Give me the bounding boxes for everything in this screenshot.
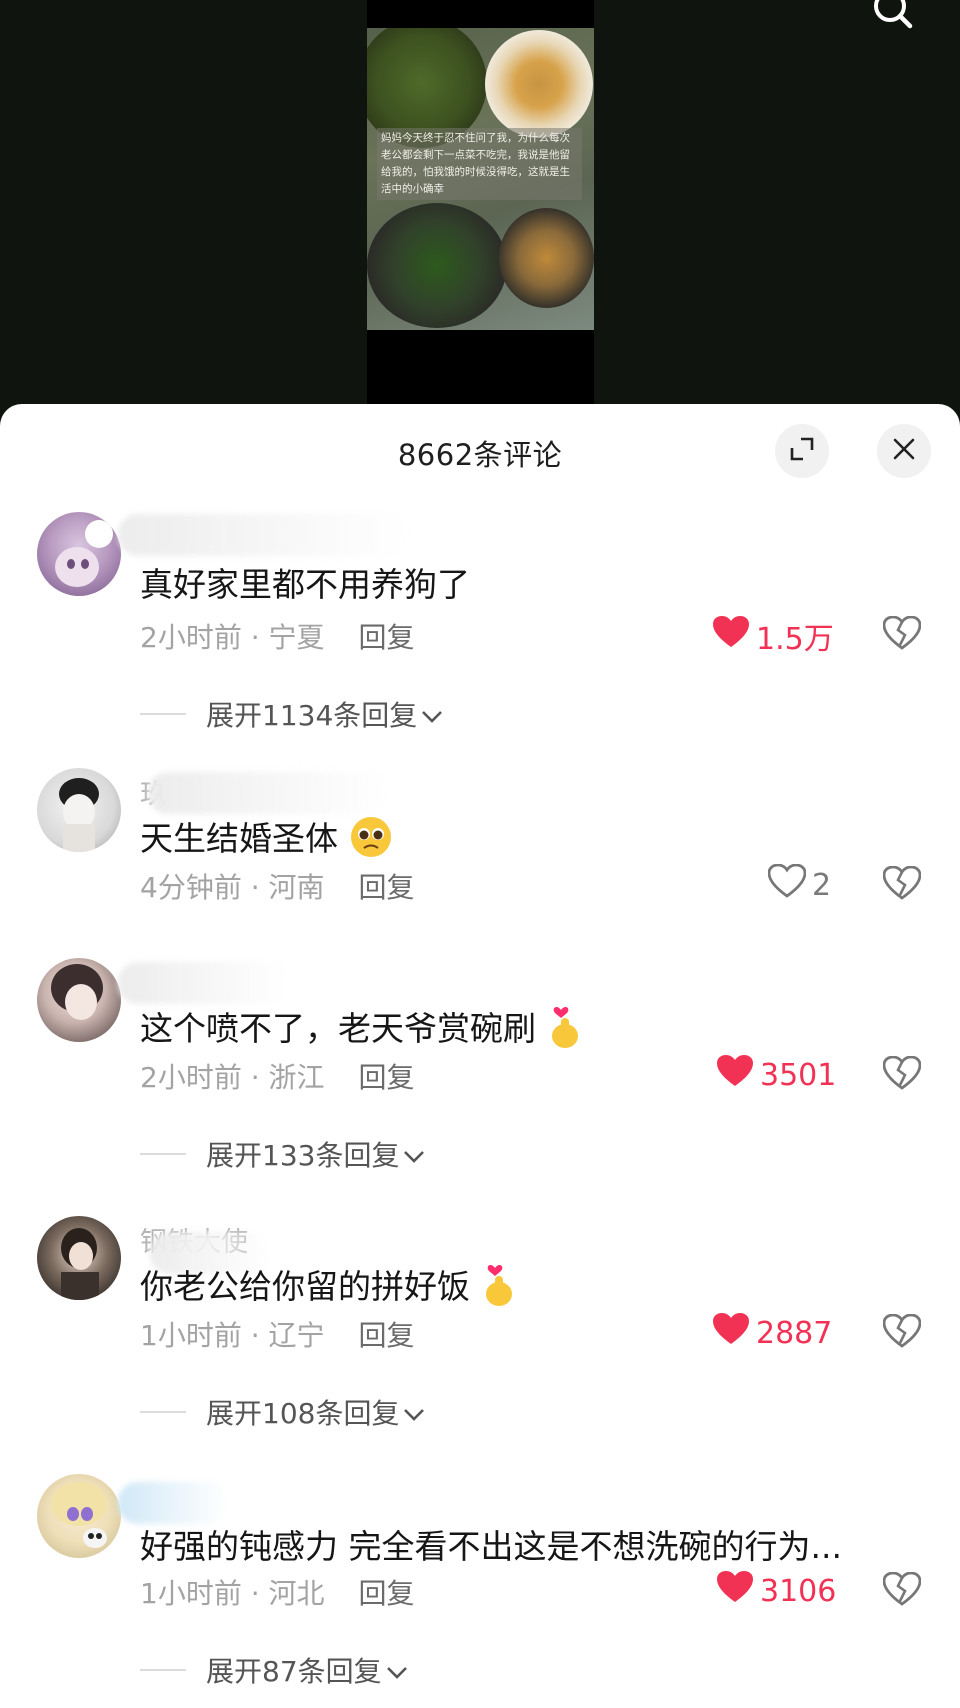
comment-text: 这个喷不了，老天爷赏碗刷 (140, 1002, 583, 1058)
avatar[interactable] (37, 1474, 121, 1558)
comment-text-body: 你老公给你留的拼好饭 (140, 1267, 470, 1306)
username-redacted (118, 1482, 228, 1524)
avatar[interactable] (37, 958, 121, 1042)
expand-replies-label: 展开1134条回复 (206, 699, 418, 732)
dislike-button[interactable] (882, 615, 922, 654)
dislike-button[interactable] (882, 1313, 922, 1352)
broken-heart-icon (882, 615, 922, 654)
video-caption: 妈妈今天终于忍不住问了我，为什么每次老公都会剩下一点菜不吃完，我说是他留给我的，… (377, 128, 582, 200)
comment-meta: 1小时前 · 河北 回复 (140, 1577, 415, 1610)
pleading-face-emoji (349, 815, 393, 867)
expand-replies[interactable]: 展开133条回复 (140, 1134, 425, 1174)
comment-text-body: 天生结婚圣体 (140, 819, 338, 858)
like-count: 2887 (756, 1315, 833, 1351)
avatar[interactable] (37, 512, 121, 596)
chevron-down-icon (403, 1138, 425, 1171)
username-redacted (148, 772, 388, 814)
comments-sheet: 8662条评论 真好家里都不用养狗了 2小时前 · 宁夏 回复 1.5万 展开1… (0, 404, 960, 1708)
expand-replies-label: 展开133条回复 (206, 1139, 400, 1172)
like-count: 3501 (760, 1057, 837, 1093)
comment-location: 河南 (268, 871, 325, 904)
heart-icon (712, 615, 756, 657)
comment-text-body: 这个喷不了，老天爷赏碗刷 (140, 1009, 536, 1048)
comment-time: 2小时前 (140, 1061, 242, 1094)
like-button[interactable]: 1.5万 (712, 614, 834, 658)
heart-icon (716, 1054, 760, 1096)
comment-text: 天生结婚圣体 (140, 812, 393, 867)
reply-button[interactable]: 回复 (359, 1577, 415, 1610)
heart-icon (767, 863, 812, 906)
comment-text: 你老公给你留的拼好饭 (140, 1260, 517, 1316)
finger-heart-emoji (481, 1262, 517, 1316)
plate-image (499, 208, 594, 308)
comment-location: 浙江 (268, 1061, 325, 1094)
like-count: 1.5万 (756, 622, 834, 657)
like-count: 2 (812, 867, 832, 903)
comment-meta: 4分钟前 · 河南 回复 (140, 871, 415, 904)
comment-time: 1小时前 (140, 1577, 242, 1610)
like-button[interactable]: 2 (767, 863, 832, 906)
comment-meta: 2小时前 · 宁夏 回复 (140, 621, 415, 654)
dislike-button[interactable] (882, 1571, 922, 1610)
finger-heart-emoji (547, 1004, 583, 1058)
broken-heart-icon (882, 1055, 922, 1094)
reply-button[interactable]: 回复 (359, 621, 415, 654)
comment-text: 真好家里都不用养狗了 (140, 565, 470, 604)
comment-text: 好强的钝感力 完全看不出这是不想洗碗的行为... (140, 1527, 842, 1566)
reply-button[interactable]: 回复 (359, 1061, 415, 1094)
heart-icon (712, 1312, 756, 1354)
comment-time: 1小时前 (140, 1319, 242, 1352)
dislike-button[interactable] (882, 1055, 922, 1094)
broken-heart-icon (882, 865, 922, 904)
like-button[interactable]: 3501 (716, 1054, 836, 1096)
expand-replies-label: 展开108条回复 (206, 1397, 400, 1430)
comment-location: 辽宁 (268, 1319, 325, 1352)
expand-replies[interactable]: 展开108条回复 (140, 1392, 425, 1432)
expand-button[interactable] (775, 424, 829, 478)
username-redacted (118, 962, 288, 1004)
like-button[interactable]: 2887 (712, 1312, 832, 1354)
chevron-down-icon (403, 1396, 425, 1429)
heart-icon (716, 1570, 760, 1612)
divider (140, 1669, 186, 1671)
comment-location: 河北 (268, 1577, 325, 1610)
comment-time: 2小时前 (140, 621, 242, 654)
close-icon (892, 437, 916, 465)
chevron-down-icon (386, 1654, 408, 1687)
username-redacted (118, 514, 408, 556)
search-icon[interactable] (870, 0, 914, 32)
comment-meta: 1小时前 · 辽宁 回复 (140, 1319, 415, 1352)
broken-heart-icon (882, 1571, 922, 1610)
broken-heart-icon (882, 1313, 922, 1352)
expand-replies[interactable]: 展开87条回复 (140, 1650, 408, 1690)
divider (140, 713, 186, 715)
comment-time: 4分钟前 (140, 871, 242, 904)
comment-meta: 2小时前 · 浙江 回复 (140, 1061, 415, 1094)
divider (140, 1411, 186, 1413)
reply-button[interactable]: 回复 (359, 1319, 415, 1352)
divider (140, 1153, 186, 1155)
like-count: 3106 (760, 1573, 837, 1609)
video-background: 妈妈今天终于忍不住问了我，为什么每次老公都会剩下一点菜不吃完，我说是他留给我的，… (0, 0, 960, 420)
avatar[interactable] (37, 768, 121, 852)
dislike-button[interactable] (882, 865, 922, 904)
avatar[interactable] (37, 1216, 121, 1300)
expand-icon (789, 436, 815, 466)
chevron-down-icon (421, 698, 443, 731)
video-thumbnail[interactable]: 妈妈今天终于忍不住问了我，为什么每次老公都会剩下一点菜不吃完，我说是他留给我的，… (367, 28, 594, 330)
expand-replies-label: 展开87条回复 (206, 1655, 382, 1688)
comment-location: 宁夏 (268, 621, 325, 654)
plate-image (367, 203, 507, 328)
expand-replies[interactable]: 展开1134条回复 (140, 694, 443, 734)
reply-button[interactable]: 回复 (359, 871, 415, 904)
like-button[interactable]: 3106 (716, 1570, 836, 1612)
close-button[interactable] (877, 424, 931, 478)
bowl-image (485, 30, 593, 138)
